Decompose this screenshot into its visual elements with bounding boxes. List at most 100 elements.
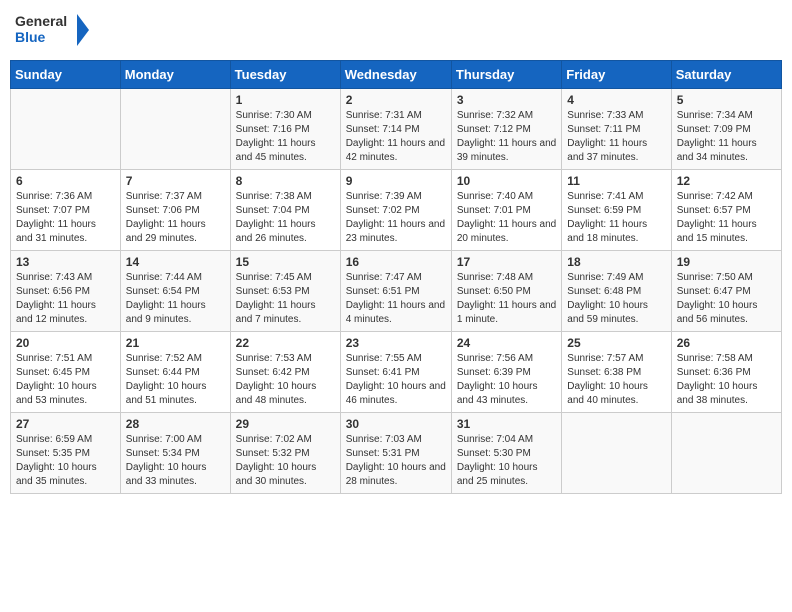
day-info: Sunrise: 7:53 AM Sunset: 6:42 PM Dayligh… xyxy=(236,352,335,408)
day-number: 13 xyxy=(16,255,115,269)
day-info: Sunrise: 7:37 AM Sunset: 7:06 PM Dayligh… xyxy=(126,190,225,246)
svg-text:General: General xyxy=(15,13,67,29)
calendar-cell: 6 Sunrise: 7:36 AM Sunset: 7:07 PM Daylig… xyxy=(11,170,121,251)
calendar-cell: 30Sunrise: 7:03 AM Sunset: 5:31 PM Dayli… xyxy=(340,413,451,494)
logo: GeneralBlue xyxy=(15,10,95,50)
calendar-cell: 21 Sunrise: 7:52 AM Sunset: 6:44 PM Dayli… xyxy=(120,332,230,413)
calendar-cell xyxy=(562,413,671,494)
day-number: 22 xyxy=(236,336,335,350)
day-number: 5 xyxy=(677,93,776,107)
day-number: 26 xyxy=(677,336,776,350)
day-number: 1 xyxy=(236,93,335,107)
day-info: Sunrise: 7:56 AM Sunset: 6:39 PM Dayligh… xyxy=(457,352,556,408)
day-number: 21 xyxy=(126,336,225,350)
day-info: Sunrise: 7:03 AM Sunset: 5:31 PM Dayligh… xyxy=(346,433,446,489)
calendar-cell: 1 Sunrise: 7:30 AM Sunset: 7:16 PM Daylig… xyxy=(230,89,340,170)
day-info: Sunrise: 7:34 AM Sunset: 7:09 PM Dayligh… xyxy=(677,109,776,165)
col-header-tuesday: Tuesday xyxy=(230,61,340,89)
day-number: 14 xyxy=(126,255,225,269)
calendar-cell: 20 Sunrise: 7:51 AM Sunset: 6:45 PM Dayli… xyxy=(11,332,121,413)
calendar-cell: 4Sunrise: 7:33 AM Sunset: 7:11 PM Daylig… xyxy=(562,89,671,170)
day-number: 23 xyxy=(346,336,446,350)
calendar-cell: 27Sunrise: 6:59 AM Sunset: 5:35 PM Dayli… xyxy=(11,413,121,494)
calendar-week-row: 13 Sunrise: 7:43 AM Sunset: 6:56 PM Dayli… xyxy=(11,251,782,332)
page-header: GeneralBlue xyxy=(10,10,782,50)
calendar-cell: 11Sunrise: 7:41 AM Sunset: 6:59 PM Dayli… xyxy=(562,170,671,251)
calendar-cell: 13 Sunrise: 7:43 AM Sunset: 6:56 PM Dayli… xyxy=(11,251,121,332)
calendar-week-row: 6 Sunrise: 7:36 AM Sunset: 7:07 PM Daylig… xyxy=(11,170,782,251)
day-info: Sunrise: 6:59 AM Sunset: 5:35 PM Dayligh… xyxy=(16,433,115,489)
calendar-week-row: 27Sunrise: 6:59 AM Sunset: 5:35 PM Dayli… xyxy=(11,413,782,494)
col-header-sunday: Sunday xyxy=(11,61,121,89)
col-header-friday: Friday xyxy=(562,61,671,89)
calendar-table: SundayMondayTuesdayWednesdayThursdayFrid… xyxy=(10,60,782,494)
calendar-cell: 7 Sunrise: 7:37 AM Sunset: 7:06 PM Daylig… xyxy=(120,170,230,251)
day-info: Sunrise: 7:31 AM Sunset: 7:14 PM Dayligh… xyxy=(346,109,446,165)
day-number: 20 xyxy=(16,336,115,350)
day-info: Sunrise: 7:30 AM Sunset: 7:16 PM Dayligh… xyxy=(236,109,335,165)
svg-text:Blue: Blue xyxy=(15,29,46,45)
calendar-week-row: 1 Sunrise: 7:30 AM Sunset: 7:16 PM Daylig… xyxy=(11,89,782,170)
day-info: Sunrise: 7:04 AM Sunset: 5:30 PM Dayligh… xyxy=(457,433,556,489)
col-header-thursday: Thursday xyxy=(451,61,561,89)
calendar-cell: 10Sunrise: 7:40 AM Sunset: 7:01 PM Dayli… xyxy=(451,170,561,251)
col-header-monday: Monday xyxy=(120,61,230,89)
day-info: Sunrise: 7:55 AM Sunset: 6:41 PM Dayligh… xyxy=(346,352,446,408)
day-info: Sunrise: 7:48 AM Sunset: 6:50 PM Dayligh… xyxy=(457,271,556,327)
day-info: Sunrise: 7:02 AM Sunset: 5:32 PM Dayligh… xyxy=(236,433,335,489)
calendar-cell: 22 Sunrise: 7:53 AM Sunset: 6:42 PM Dayli… xyxy=(230,332,340,413)
calendar-cell xyxy=(120,89,230,170)
calendar-cell: 19 Sunrise: 7:50 AM Sunset: 6:47 PM Dayli… xyxy=(671,251,781,332)
calendar-cell: 28Sunrise: 7:00 AM Sunset: 5:34 PM Dayli… xyxy=(120,413,230,494)
calendar-cell: 29 Sunrise: 7:02 AM Sunset: 5:32 PM Dayli… xyxy=(230,413,340,494)
calendar-week-row: 20 Sunrise: 7:51 AM Sunset: 6:45 PM Dayli… xyxy=(11,332,782,413)
calendar-cell xyxy=(11,89,121,170)
calendar-cell: 25 Sunrise: 7:57 AM Sunset: 6:38 PM Dayli… xyxy=(562,332,671,413)
calendar-cell: 23 Sunrise: 7:55 AM Sunset: 6:41 PM Dayli… xyxy=(340,332,451,413)
day-number: 28 xyxy=(126,417,225,431)
day-info: Sunrise: 7:32 AM Sunset: 7:12 PM Dayligh… xyxy=(457,109,556,165)
day-number: 3 xyxy=(457,93,556,107)
day-info: Sunrise: 7:51 AM Sunset: 6:45 PM Dayligh… xyxy=(16,352,115,408)
day-info: Sunrise: 7:58 AM Sunset: 6:36 PM Dayligh… xyxy=(677,352,776,408)
day-number: 19 xyxy=(677,255,776,269)
day-info: Sunrise: 7:36 AM Sunset: 7:07 PM Dayligh… xyxy=(16,190,115,246)
day-info: Sunrise: 7:39 AM Sunset: 7:02 PM Dayligh… xyxy=(346,190,446,246)
day-number: 25 xyxy=(567,336,665,350)
day-info: Sunrise: 7:50 AM Sunset: 6:47 PM Dayligh… xyxy=(677,271,776,327)
day-info: Sunrise: 7:42 AM Sunset: 6:57 PM Dayligh… xyxy=(677,190,776,246)
calendar-header-row: SundayMondayTuesdayWednesdayThursdayFrid… xyxy=(11,61,782,89)
day-number: 15 xyxy=(236,255,335,269)
calendar-cell: 18Sunrise: 7:49 AM Sunset: 6:48 PM Dayli… xyxy=(562,251,671,332)
calendar-cell: 9 Sunrise: 7:39 AM Sunset: 7:02 PM Daylig… xyxy=(340,170,451,251)
day-number: 16 xyxy=(346,255,446,269)
day-number: 6 xyxy=(16,174,115,188)
calendar-cell: 26 Sunrise: 7:58 AM Sunset: 6:36 PM Dayli… xyxy=(671,332,781,413)
col-header-wednesday: Wednesday xyxy=(340,61,451,89)
day-number: 11 xyxy=(567,174,665,188)
day-number: 8 xyxy=(236,174,335,188)
day-info: Sunrise: 7:52 AM Sunset: 6:44 PM Dayligh… xyxy=(126,352,225,408)
day-info: Sunrise: 7:47 AM Sunset: 6:51 PM Dayligh… xyxy=(346,271,446,327)
day-number: 12 xyxy=(677,174,776,188)
calendar-cell: 14Sunrise: 7:44 AM Sunset: 6:54 PM Dayli… xyxy=(120,251,230,332)
logo-icon: GeneralBlue xyxy=(15,10,95,50)
day-number: 4 xyxy=(567,93,665,107)
day-number: 31 xyxy=(457,417,556,431)
day-info: Sunrise: 7:57 AM Sunset: 6:38 PM Dayligh… xyxy=(567,352,665,408)
day-number: 9 xyxy=(346,174,446,188)
day-number: 17 xyxy=(457,255,556,269)
day-info: Sunrise: 7:45 AM Sunset: 6:53 PM Dayligh… xyxy=(236,271,335,327)
col-header-saturday: Saturday xyxy=(671,61,781,89)
calendar-cell: 12 Sunrise: 7:42 AM Sunset: 6:57 PM Dayli… xyxy=(671,170,781,251)
day-info: Sunrise: 7:38 AM Sunset: 7:04 PM Dayligh… xyxy=(236,190,335,246)
calendar-cell: 17 Sunrise: 7:48 AM Sunset: 6:50 PM Dayli… xyxy=(451,251,561,332)
day-info: Sunrise: 7:43 AM Sunset: 6:56 PM Dayligh… xyxy=(16,271,115,327)
calendar-cell: 8 Sunrise: 7:38 AM Sunset: 7:04 PM Daylig… xyxy=(230,170,340,251)
calendar-cell: 5 Sunrise: 7:34 AM Sunset: 7:09 PM Daylig… xyxy=(671,89,781,170)
day-number: 18 xyxy=(567,255,665,269)
day-number: 7 xyxy=(126,174,225,188)
day-number: 29 xyxy=(236,417,335,431)
day-number: 24 xyxy=(457,336,556,350)
calendar-cell: 16 Sunrise: 7:47 AM Sunset: 6:51 PM Dayli… xyxy=(340,251,451,332)
